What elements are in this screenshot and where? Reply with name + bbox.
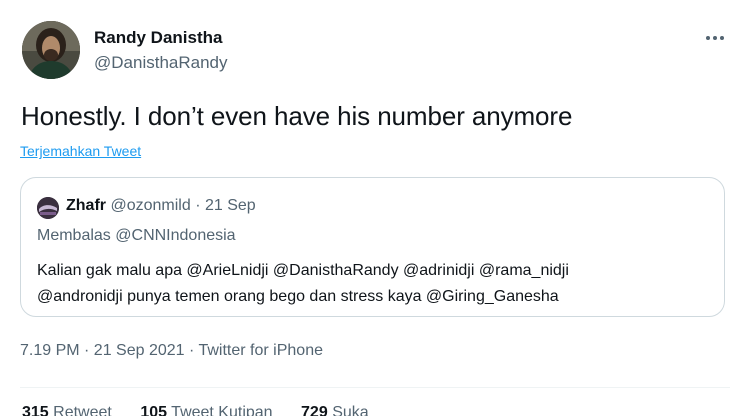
quote-tweets-count: 105 — [140, 404, 168, 416]
quote-author-name: Zhafr — [66, 197, 106, 214]
ellipsis-icon[interactable] — [700, 28, 730, 48]
retweets-label: Retweet — [53, 404, 112, 416]
likes-label: Suka — [332, 404, 369, 416]
retweets-count: 315 — [22, 404, 49, 416]
quote-date: 21 Sep — [204, 197, 256, 214]
tweet-timestamp[interactable]: 7.19 PM · 21 Sep 2021 · Twitter for iPho… — [20, 342, 323, 360]
translate-tweet-link[interactable]: Terjemahkan Tweet — [20, 143, 141, 159]
quote-text: Kalian gak malu apa @ArieLnidji @Danisth… — [37, 258, 717, 310]
author-handle[interactable]: @DanisthaRandy — [94, 53, 228, 73]
quoted-tweet-card[interactable]: Zhafr @ozonmild · 21 Sep Membalas @CNNIn… — [20, 177, 725, 317]
divider — [20, 387, 730, 388]
profile-photo-icon — [22, 21, 80, 79]
quote-author-handle: @ozonmild — [110, 197, 191, 214]
quote-author-avatar — [37, 197, 59, 219]
quote-tweets-stat[interactable]: 105 Tweet Kutipan — [140, 404, 272, 416]
quote-tweets-label: Tweet Kutipan — [171, 404, 273, 416]
quote-separator: · — [195, 197, 201, 214]
quote-header: Zhafr @ozonmild · 21 Sep — [66, 197, 256, 215]
author-name[interactable]: Randy Danistha — [94, 28, 222, 48]
quote-reply-context: Membalas @CNNIndonesia — [37, 227, 236, 245]
retweets-stat[interactable]: 315 Retweet — [22, 404, 112, 416]
quote-text-line-2: @andronidji punya temen orang bego dan s… — [37, 288, 559, 305]
likes-stat[interactable]: 729 Suka — [301, 404, 369, 416]
reply-to-mention: @CNNIndonesia — [115, 227, 236, 244]
tweet-stats: 315 Retweet 105 Tweet Kutipan 729 Suka — [22, 404, 393, 416]
tweet-detail: Randy Danistha @DanisthaRandy Honestly. … — [0, 0, 750, 416]
reply-prefix: Membalas — [37, 227, 111, 244]
quote-text-line-1: Kalian gak malu apa @ArieLnidji @Danisth… — [37, 262, 569, 279]
tweet-text: Honestly. I don’t even have his number a… — [21, 101, 573, 131]
author-avatar[interactable] — [22, 21, 80, 79]
profile-photo-icon — [37, 197, 59, 219]
likes-count: 729 — [301, 404, 328, 416]
